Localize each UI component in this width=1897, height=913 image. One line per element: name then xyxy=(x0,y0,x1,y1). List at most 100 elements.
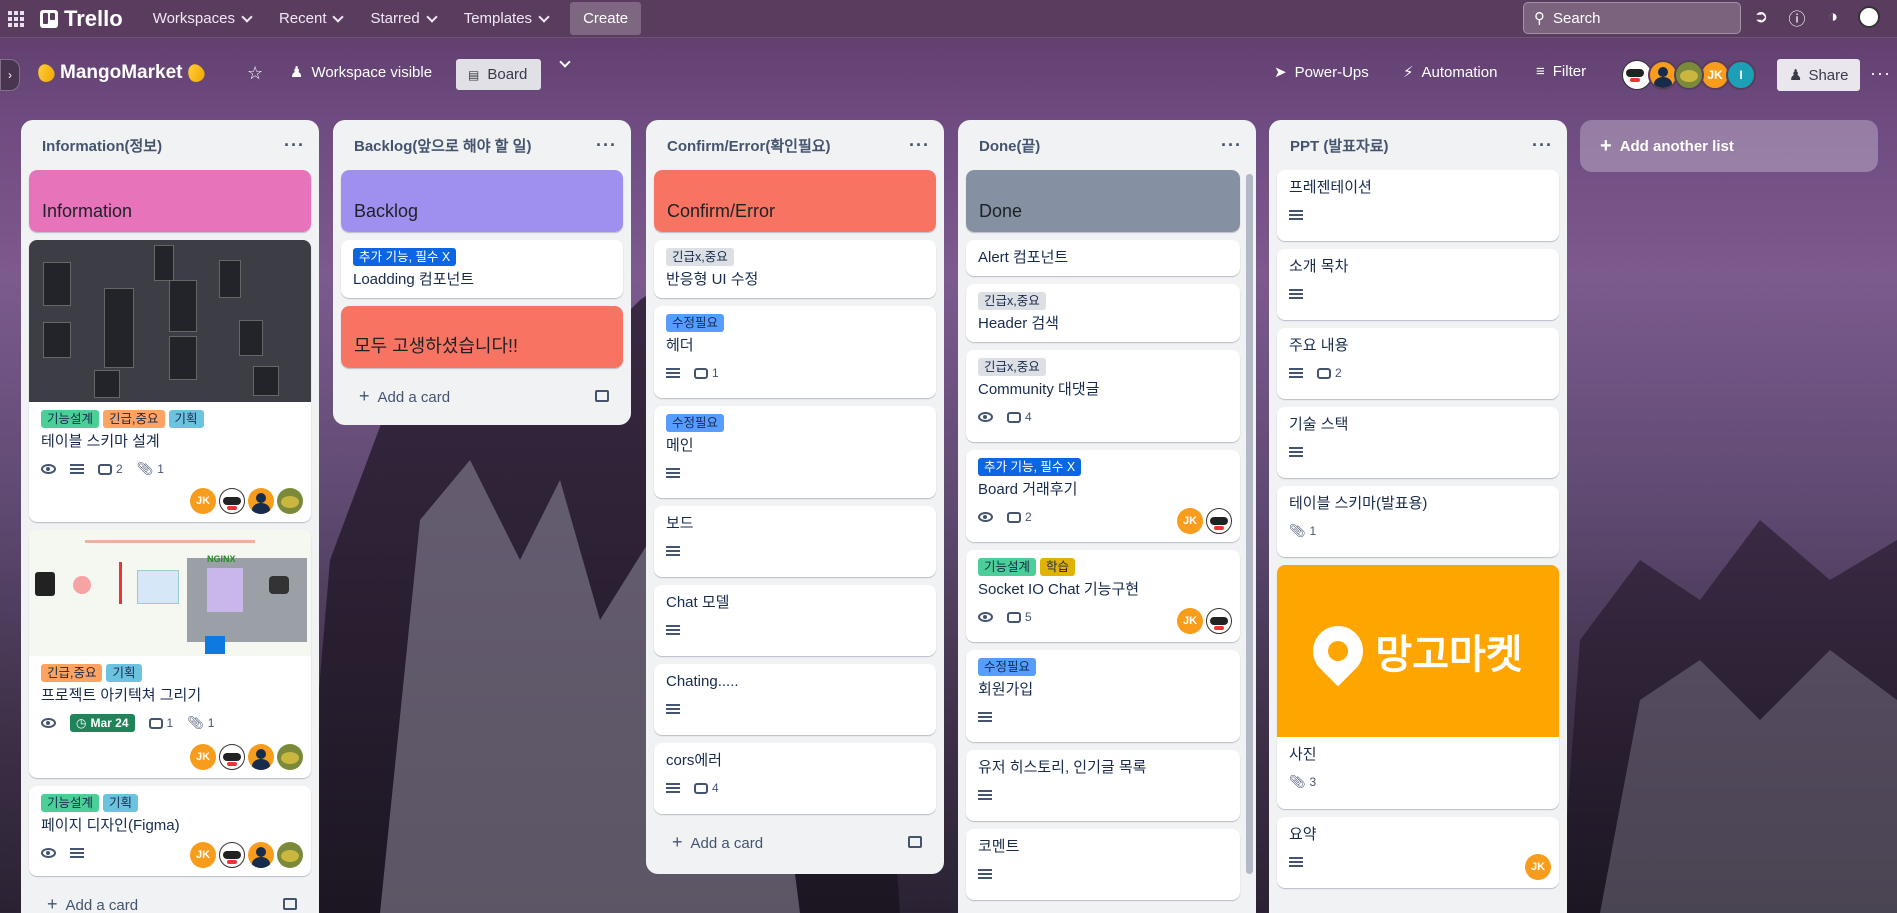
member-avatar[interactable] xyxy=(219,744,245,770)
card-schema-presentation[interactable]: 테이블 스키마(발표용) 📎︎ 1 xyxy=(1277,486,1559,557)
list-menu-icon[interactable]: ··· xyxy=(1532,135,1553,156)
member-avatar[interactable] xyxy=(277,744,303,770)
member-avatar[interactable] xyxy=(248,842,274,868)
board-menu-button[interactable]: ··· xyxy=(1870,63,1891,84)
member-avatar[interactable]: I xyxy=(1726,60,1756,90)
create-button[interactable]: Create xyxy=(570,2,642,35)
list-menu-icon[interactable]: ··· xyxy=(596,135,617,156)
search-input[interactable]: ⚲ Search xyxy=(1523,2,1741,34)
star-button[interactable]: ☆ xyxy=(247,63,263,84)
card-alert[interactable]: Alert 컴포넌트 xyxy=(966,240,1240,276)
chevron-down-icon xyxy=(426,10,438,23)
template-icon[interactable] xyxy=(908,836,922,848)
card-loading[interactable]: 추가 기능, 필수 X Loadding 컴포넌트 xyxy=(341,240,623,298)
card-table-schema[interactable]: 기능설계 긴급,중요 기획 테이블 스키마 설계 2 📎︎ 1 JK xyxy=(29,240,311,522)
card-board[interactable]: 보드 xyxy=(654,506,936,577)
power-ups-button[interactable]: ➤ Power-Ups xyxy=(1274,63,1369,82)
member-avatar[interactable] xyxy=(248,488,274,514)
menu-templates[interactable]: Templates xyxy=(452,2,560,35)
member-avatar[interactable]: JK xyxy=(190,744,216,770)
add-list-button[interactable]: + Add another list xyxy=(1580,120,1878,172)
sidebar-toggle[interactable]: › xyxy=(0,59,20,91)
card-main-content[interactable]: 주요 내용 2 xyxy=(1277,328,1559,399)
card-badges xyxy=(666,464,924,482)
list-title[interactable]: Information(정보) xyxy=(42,135,162,156)
share-button[interactable]: ♟ Share xyxy=(1777,59,1861,91)
member-avatar[interactable] xyxy=(1206,508,1232,534)
member-avatar[interactable] xyxy=(219,488,245,514)
trello-logo[interactable]: Trello xyxy=(40,6,123,32)
help-icon[interactable]: ⓘ xyxy=(1786,6,1808,29)
card-chating[interactable]: Chating..... xyxy=(654,664,936,735)
card-header[interactable]: 수정필요 헤더 1 xyxy=(654,306,936,398)
member-avatar[interactable]: JK xyxy=(1525,854,1551,880)
member-avatar[interactable] xyxy=(248,744,274,770)
views-dropdown[interactable] xyxy=(559,56,571,68)
menu-recent[interactable]: Recent xyxy=(267,2,355,35)
card-figma[interactable]: 기능설계 기획 페이지 디자인(Figma) JK xyxy=(29,786,311,876)
list-title[interactable]: Confirm/Error(확인필요) xyxy=(667,135,831,156)
card-community[interactable]: 긴급x,중요 Community 대댓글 4 xyxy=(966,350,1240,442)
card-presentation[interactable]: 프레젠테이션 xyxy=(1277,170,1559,241)
member-avatar[interactable]: JK xyxy=(190,842,216,868)
card-tech-stack[interactable]: 기술 스택 xyxy=(1277,407,1559,478)
menu-starred[interactable]: Starred xyxy=(358,2,447,35)
card-responsive-ui[interactable]: 긴급x,중요 반응형 UI 수정 xyxy=(654,240,936,298)
list-title[interactable]: PPT (발표자료) xyxy=(1290,135,1389,156)
account-avatar[interactable] xyxy=(1858,6,1880,28)
add-card-button[interactable]: + Add a card xyxy=(29,884,311,913)
app-switcher-icon[interactable] xyxy=(8,10,24,27)
card-cover-thanks[interactable]: 모두 고생하셨습니다!! xyxy=(341,306,623,368)
card-architecture[interactable]: NGINX 긴급,중요 기획 프로젝트 아키텍쳐 그리기 ◷ Mar 24 1 📎… xyxy=(29,530,311,778)
member-avatar[interactable] xyxy=(1674,60,1704,90)
card-cover-backlog[interactable]: Backlog xyxy=(341,170,623,232)
card-comment[interactable]: 코멘트 xyxy=(966,829,1240,900)
due-date-badge[interactable]: ◷ Mar 24 xyxy=(70,714,135,732)
visibility-button[interactable]: ♟ Workspace visible xyxy=(290,63,432,82)
list-menu-icon[interactable]: ··· xyxy=(909,135,930,156)
card-title: Board 거래후기 xyxy=(978,481,1078,498)
card-cover-confirm[interactable]: Confirm/Error xyxy=(654,170,936,232)
card-labels: 기능설계 기획 xyxy=(41,794,299,812)
member-avatar[interactable] xyxy=(1206,608,1232,634)
member-avatar[interactable] xyxy=(277,842,303,868)
member-avatar[interactable]: JK xyxy=(1177,608,1203,634)
member-avatar[interactable]: JK xyxy=(190,488,216,514)
card-board-review[interactable]: 추가 기능, 필수 X Board 거래후기 2 JK xyxy=(966,450,1240,542)
card-signup[interactable]: 수정필요 회원가입 xyxy=(966,650,1240,742)
card-chat-model[interactable]: Chat 모델 xyxy=(654,585,936,656)
member-avatar[interactable] xyxy=(277,488,303,514)
list-menu-icon[interactable]: ··· xyxy=(284,135,305,156)
card-user-history[interactable]: 유저 히스토리, 인기글 목록 xyxy=(966,750,1240,821)
list-menu-icon[interactable]: ··· xyxy=(1221,135,1242,156)
add-card-button[interactable]: + Add a card xyxy=(654,822,936,862)
card-main[interactable]: 수정필요 메인 xyxy=(654,406,936,498)
member-avatar[interactable] xyxy=(219,842,245,868)
menu-workspaces[interactable]: Workspaces xyxy=(141,2,263,35)
description-icon xyxy=(666,783,680,793)
member-avatar[interactable]: JK xyxy=(1177,508,1203,534)
card-intro-toc[interactable]: 소개 목차 xyxy=(1277,249,1559,320)
card-photo[interactable]: 망고마켓 사진 📎︎ 3 xyxy=(1277,565,1559,809)
list-scrollbar[interactable] xyxy=(1246,174,1253,874)
notifications-icon[interactable]: ➲ xyxy=(1750,6,1772,28)
filter-button[interactable]: ≡ Filter xyxy=(1536,63,1586,80)
card-socket-chat[interactable]: 기능설계 학습 Socket IO Chat 기능구현 5 JK xyxy=(966,550,1240,642)
add-card-button[interactable]: + Add a card xyxy=(341,376,623,416)
card-cover-information[interactable]: Information xyxy=(29,170,311,232)
theme-icon[interactable]: ◑ xyxy=(1822,6,1844,28)
board-view-button[interactable]: ▤ Board xyxy=(456,59,542,90)
template-icon[interactable] xyxy=(283,898,297,910)
card-summary[interactable]: 요약 JK xyxy=(1277,817,1559,888)
card-badges: 📎︎ 3 xyxy=(1289,773,1547,791)
card-cors-error[interactable]: cors에러 4 xyxy=(654,743,936,814)
list-title[interactable]: Done(끝) xyxy=(979,135,1040,156)
card-header-search[interactable]: 긴급x,중요 Header 검색 xyxy=(966,284,1240,342)
card-title: 소개 목차 xyxy=(1289,258,1349,275)
automation-button[interactable]: ⚡ Automation xyxy=(1403,63,1497,82)
board-title[interactable]: MangoMarket xyxy=(34,61,208,85)
card-cover-done[interactable]: Done xyxy=(966,170,1240,232)
label-teal: 기획 xyxy=(103,794,139,812)
list-title[interactable]: Backlog(앞으로 해야 할 일) xyxy=(354,135,531,156)
template-icon[interactable] xyxy=(595,390,609,402)
